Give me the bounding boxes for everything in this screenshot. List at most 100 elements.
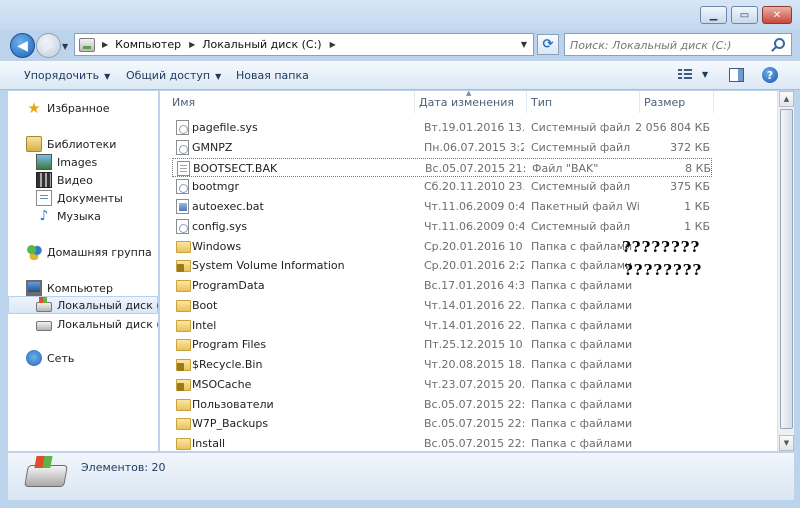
- breadcrumb-separator-icon[interactable]: ▶: [330, 40, 336, 49]
- file-row[interactable]: Пользователи Вс.05.07.2015 22:42 Папка с ф…: [172, 395, 712, 414]
- preview-pane-icon[interactable]: [729, 68, 744, 82]
- column-header-type[interactable]: Тип: [527, 91, 640, 113]
- scroll-down-icon[interactable]: ▼: [779, 435, 794, 451]
- file-date-modified: Вс.05.07.2015 22:22: [424, 437, 524, 450]
- column-header-size[interactable]: Размер: [640, 91, 714, 113]
- file-type: Папка с файлами: [531, 298, 633, 312]
- chevron-down-icon[interactable]: ▼: [702, 70, 708, 79]
- file-date-modified: Чт.11.06.2009 0:42: [424, 219, 524, 233]
- minimize-button[interactable]: ▁: [700, 6, 727, 24]
- sidebar-item-homegroup[interactable]: Домашняя группа: [26, 243, 152, 261]
- maximize-button[interactable]: ▭: [731, 6, 758, 24]
- file-row[interactable]: autoexec.bat Чт.11.06.2009 0:42 Пакетный ф…: [172, 197, 712, 216]
- sidebar-item-images[interactable]: Images: [36, 153, 97, 171]
- share-button[interactable]: Общий доступ ▼: [126, 69, 221, 82]
- sidebar-item-music[interactable]: ♪ Музыка: [36, 207, 101, 225]
- sidebar-item-label: Библиотеки: [47, 137, 117, 151]
- sidebar-item-libraries[interactable]: Библиотеки: [26, 135, 116, 153]
- file-size: 8 КБ: [685, 161, 711, 175]
- breadcrumb-separator-icon[interactable]: ▶: [102, 40, 108, 49]
- scrollbar-thumb[interactable]: [780, 109, 793, 429]
- file-name: Install: [192, 437, 226, 450]
- vertical-scrollbar[interactable]: ▲ ▼: [777, 91, 794, 451]
- sidebar-item-computer[interactable]: Компьютер: [26, 279, 113, 297]
- file-row[interactable]: GMNPZ Пн.06.07.2015 3:24 Системный файл 372…: [172, 138, 712, 157]
- breadcrumb-separator-icon[interactable]: ▶: [189, 40, 195, 49]
- sidebar-item-documents[interactable]: Документы: [36, 189, 123, 207]
- help-icon[interactable]: ?: [762, 67, 778, 83]
- system-file-icon: [176, 218, 189, 234]
- column-header-label: Тип: [531, 95, 553, 109]
- recent-pages-dropdown-icon[interactable]: ▼: [62, 42, 68, 51]
- view-options-icon[interactable]: [678, 69, 692, 81]
- sidebar-item-label: Компьютер: [47, 281, 113, 295]
- sort-indicator-icon: ▲: [466, 91, 472, 97]
- file-type: Папка с файлами: [531, 437, 633, 450]
- address-bar[interactable]: ▶ Компьютер ▶ Локальный диск (C:) ▶ ▼: [74, 33, 534, 56]
- batch-file-icon: [176, 199, 189, 214]
- search-icon[interactable]: [774, 38, 785, 49]
- file-name: Boot: [192, 298, 218, 312]
- sidebar-item-label: Локальный диск (C:): [57, 298, 158, 312]
- file-row[interactable]: Intel Чт.14.01.2016 22... Папка с файлами: [172, 316, 712, 335]
- libraries-icon: [26, 136, 42, 152]
- file-row[interactable]: W7P_Backups Вс.05.07.2015 22:40 Папка с фа…: [172, 414, 712, 433]
- sidebar-item-label: Сеть: [47, 351, 75, 365]
- drive-icon: [36, 321, 52, 331]
- navigation-pane: ★ Избранное Библиотеки Images Видео Доку…: [8, 91, 158, 451]
- file-name: Пользователи: [192, 397, 274, 411]
- images-icon: [36, 154, 52, 170]
- folder-icon: [176, 398, 191, 411]
- file-row[interactable]: config.sys Чт.11.06.2009 0:42 Системный фа…: [172, 217, 712, 236]
- file-name: pagefile.sys: [192, 121, 258, 134]
- organize-label: Упорядочить: [24, 69, 100, 82]
- locked-folder-icon: [176, 378, 191, 391]
- sidebar-item-network[interactable]: Сеть: [26, 349, 74, 367]
- file-date-modified: Вт.19.01.2016 13...: [424, 121, 524, 134]
- address-history-dropdown-icon[interactable]: ▼: [521, 40, 527, 49]
- command-toolbar: Упорядочить ▼ Общий доступ ▼ Новая папка ▼…: [0, 60, 800, 90]
- breadcrumb-computer[interactable]: Компьютер: [115, 38, 181, 51]
- homegroup-icon: [26, 244, 42, 260]
- sidebar-item-label: Избранное: [47, 101, 110, 115]
- search-input[interactable]: [570, 37, 765, 53]
- file-name: bootmgr: [192, 180, 239, 194]
- file-row[interactable]: BOOTSECT.BAKВс.05.07.2015 21:13Файл "BAK…: [172, 157, 712, 177]
- file-row[interactable]: Boot Чт.14.01.2016 22... Папка с файлами: [172, 296, 712, 315]
- file-row[interactable]: bootmgr Сб.20.11.2010 23... Системный файл…: [172, 177, 712, 196]
- file-row[interactable]: Install Вс.05.07.2015 22:22 Папка с файлам…: [172, 434, 712, 451]
- file-date-modified: Чт.11.06.2009 0:42: [424, 200, 524, 213]
- sidebar-item-label: Музыка: [57, 209, 101, 223]
- file-type: Папка с файлами: [531, 318, 633, 332]
- folder-icon: [176, 280, 191, 292]
- breadcrumb-drive-c[interactable]: Локальный диск (C:): [202, 38, 321, 51]
- file-row[interactable]: Program Files Пт.25.12.2015 10... Папка с …: [172, 335, 712, 354]
- sidebar-item-label: Локальный диск (D:): [57, 317, 158, 331]
- file-type: Папка с файлами: [531, 397, 633, 411]
- forward-button[interactable]: ▶: [36, 33, 61, 58]
- scroll-up-icon[interactable]: ▲: [779, 91, 794, 107]
- close-button[interactable]: ✕: [762, 6, 792, 24]
- new-folder-button[interactable]: Новая папка: [236, 69, 309, 82]
- file-size: 1 КБ: [684, 200, 710, 213]
- sidebar-item-video[interactable]: Видео: [36, 171, 93, 189]
- sidebar-item-drive-c[interactable]: Локальный диск (C:): [8, 296, 158, 314]
- organize-button[interactable]: Упорядочить ▼: [24, 69, 110, 82]
- file-name: GMNPZ: [192, 140, 233, 154]
- column-header-name[interactable]: Имя: [160, 91, 415, 113]
- sidebar-item-drive-d[interactable]: Локальный диск (D:): [36, 315, 158, 333]
- system-file-icon: [176, 179, 189, 195]
- file-date-modified: Вс.05.07.2015 22:42: [424, 397, 524, 411]
- file-row[interactable]: $Recycle.Bin Чт.20.08.2015 18... Папка с ф…: [172, 355, 712, 374]
- sidebar-item-favorites[interactable]: ★ Избранное: [26, 99, 109, 117]
- file-row[interactable]: pagefile.sys Вт.19.01.2016 13... Системный…: [172, 118, 712, 137]
- file-row[interactable]: MSOCache Чт.23.07.2015 20... Папка с файла…: [172, 375, 712, 394]
- file-name: W7P_Backups: [192, 417, 269, 431]
- video-icon: [36, 172, 52, 188]
- music-icon: ♪: [39, 208, 49, 224]
- folder-icon: [176, 240, 191, 253]
- search-box[interactable]: [564, 33, 792, 56]
- refresh-button[interactable]: ⟳: [537, 34, 559, 55]
- file-date-modified: Вс.05.07.2015 22:40: [424, 417, 524, 431]
- back-button[interactable]: ◀: [10, 33, 35, 58]
